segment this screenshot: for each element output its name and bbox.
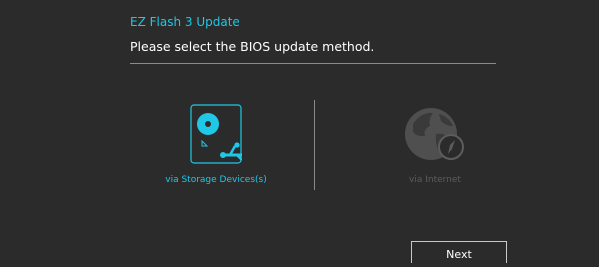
storage-usb-icon: [190, 104, 255, 164]
option-internet: via Internet: [360, 104, 510, 186]
option-storage-devices[interactable]: via Storage Devices(s): [141, 104, 291, 186]
globe-compass-icon: [403, 104, 467, 164]
option-storage-label: via Storage Devices(s): [165, 175, 267, 185]
option-internet-label: via Internet: [409, 175, 461, 185]
dialog-prompt: Please select the BIOS update method.: [130, 39, 375, 54]
header-divider: [130, 63, 496, 64]
options-divider: [314, 100, 315, 190]
dialog-title: EZ Flash 3 Update: [130, 15, 240, 29]
next-button[interactable]: Next: [411, 241, 507, 263]
